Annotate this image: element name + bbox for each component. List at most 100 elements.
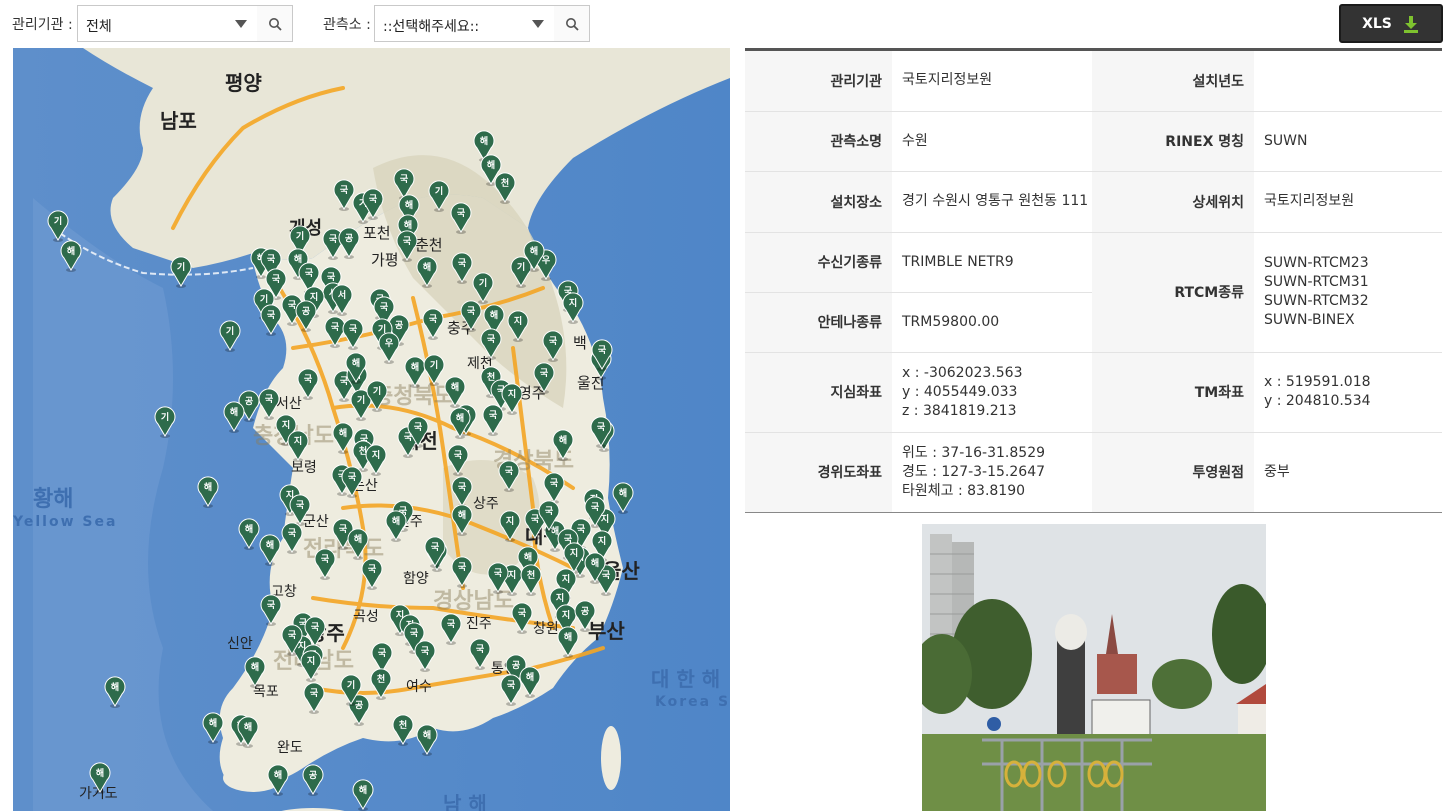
place-label: 여수 [406,679,432,695]
marker-label: 국 [489,410,498,421]
rtcm-header: RTCM종류 [1092,232,1254,353]
tm-header: TM좌표 [1092,352,1254,433]
install-year-header: 설치년도 [1092,51,1254,112]
marker-label: 국 [304,374,313,385]
marker-label: 해 [352,357,360,369]
marker-label: 국 [531,514,540,525]
place-label: 백 [573,334,587,352]
marker-label: 공 [512,660,520,671]
place-label: 완도 [277,740,303,756]
place-label: 군산 [303,514,329,530]
marker-label: 공 [309,770,317,781]
place-label: 곡성 [353,609,379,625]
sea-label: 대 한 해 [651,667,720,691]
marker-label: 기 [226,325,234,337]
marker-label: 국 [380,302,389,313]
marker-label: 국 [321,554,330,565]
map-canvas[interactable]: 평양 남포 개성 포천 춘천 가평 백 충주 제천 울진 영주 서산 보령 군산… [13,48,730,811]
rtcm-value: SUWN-BINEX [1264,312,1355,328]
marker-label: 국 [310,688,319,699]
marker-label: 지 [562,609,570,621]
marker-label: 기 [373,385,381,397]
place-label: 포천 [363,224,391,242]
detail-location-value: 국토지리정보원 [1254,171,1442,233]
station-select-value: ::선택해주세요:: [383,19,480,35]
place-label: 평양 [225,71,262,95]
marker-label: 국 [348,472,357,483]
marker-label: 기 [479,277,487,289]
marker-label: 해 [480,135,488,147]
receiver-header: 수신기종류 [745,232,892,293]
marker-label: 해 [67,245,75,257]
station-select[interactable]: ::선택해주세요:: [374,5,555,42]
station-photo [922,524,1266,811]
marker-label: 해 [564,631,572,643]
marker-label: 국 [540,368,549,379]
marker-label: 지 [307,655,315,667]
table-row: 관측소명 수원 RINEX 명칭 SUWN [745,111,1442,172]
table-row: 설치장소 경기 수원시 영통구 원천동 111 상세위치 국토지리정보원 [745,171,1442,233]
station-search-button[interactable] [554,5,590,42]
marker-label: 지 [282,419,290,431]
marker-label: 국 [591,502,600,513]
marker-label: 국 [329,234,338,245]
marker-label: 국 [549,336,558,347]
rinex-name-header: RINEX 명칭 [1092,111,1254,172]
marker-label: 해 [526,671,534,683]
geocentric-z: z : 3841819.213 [902,402,1017,419]
marker-label: 해 [111,681,119,693]
agency-select[interactable]: 전체 [77,5,258,42]
xls-download-button[interactable]: XLS [1339,4,1443,43]
agency-search-button[interactable] [257,5,293,42]
table-row: 경위도좌표 위도 : 37-16-31.8529 경도 : 127-3-15.2… [745,432,1442,513]
marker-label: 해 [411,361,419,373]
tm-x: x : 519591.018 [1264,374,1371,390]
marker-label: 기 [435,185,443,197]
marker-label: 천 [487,372,495,383]
rinex-name-value: SUWN [1254,111,1442,172]
station-name-header: 관측소명 [745,111,892,172]
place-label: 서산 [276,396,302,412]
marker-label: 국 [305,268,314,279]
marker-label: 기 [517,261,525,273]
marker-label: 지 [310,291,318,303]
station-map[interactable]: 평양 남포 개성 포천 춘천 가평 백 충주 제천 울진 영주 서산 보령 군산… [13,48,730,811]
marker-label: 기 [296,230,304,242]
place-label: 춘천 [415,236,443,254]
marker-label: 해 [458,509,466,521]
marker-label: 해 [404,219,412,231]
geocentric-header: 지심좌표 [745,352,892,433]
geocentric-values: x : -3062023.563 y : 4055449.033 z : 384… [892,352,1092,433]
latlon-header: 경위도좌표 [745,432,892,513]
marker-label: 지 [570,547,578,559]
place-label: 보령 [291,460,317,476]
marker-label: 해 [423,729,431,741]
install-year-value [1254,51,1442,112]
marker-label: 국 [457,208,466,219]
download-icon [1403,15,1418,33]
detail-location-header: 상세위치 [1092,171,1254,233]
marker-label: 기 [430,359,438,371]
marker-label: 해 [451,381,459,393]
marker-label: 공 [245,396,253,407]
geocentric-x: x : -3062023.563 [902,364,1023,381]
search-icon [565,17,579,31]
marker-label: 국 [369,194,378,205]
marker-label: 해 [530,245,538,257]
marker-label: 해 [423,261,431,273]
sea-label: 남 해 [443,792,487,811]
marker-label: 국 [467,306,476,317]
marker-label: 해 [244,721,252,733]
marker-label: 해 [490,309,498,321]
place-label: 진주 [466,616,492,632]
receiver-value: TRIMBLE NETR9 [892,232,1092,293]
marker-label: 국 [349,324,358,335]
marker-label: 공 [345,233,353,244]
marker-label: 해 [230,406,238,418]
marker-label: 국 [267,310,276,321]
marker-label: 기 [357,394,365,406]
sea-label: 황해 [33,487,73,512]
marker-label: 국 [518,608,527,619]
marker-label: 국 [288,528,297,539]
marker-label: 해 [339,427,347,439]
